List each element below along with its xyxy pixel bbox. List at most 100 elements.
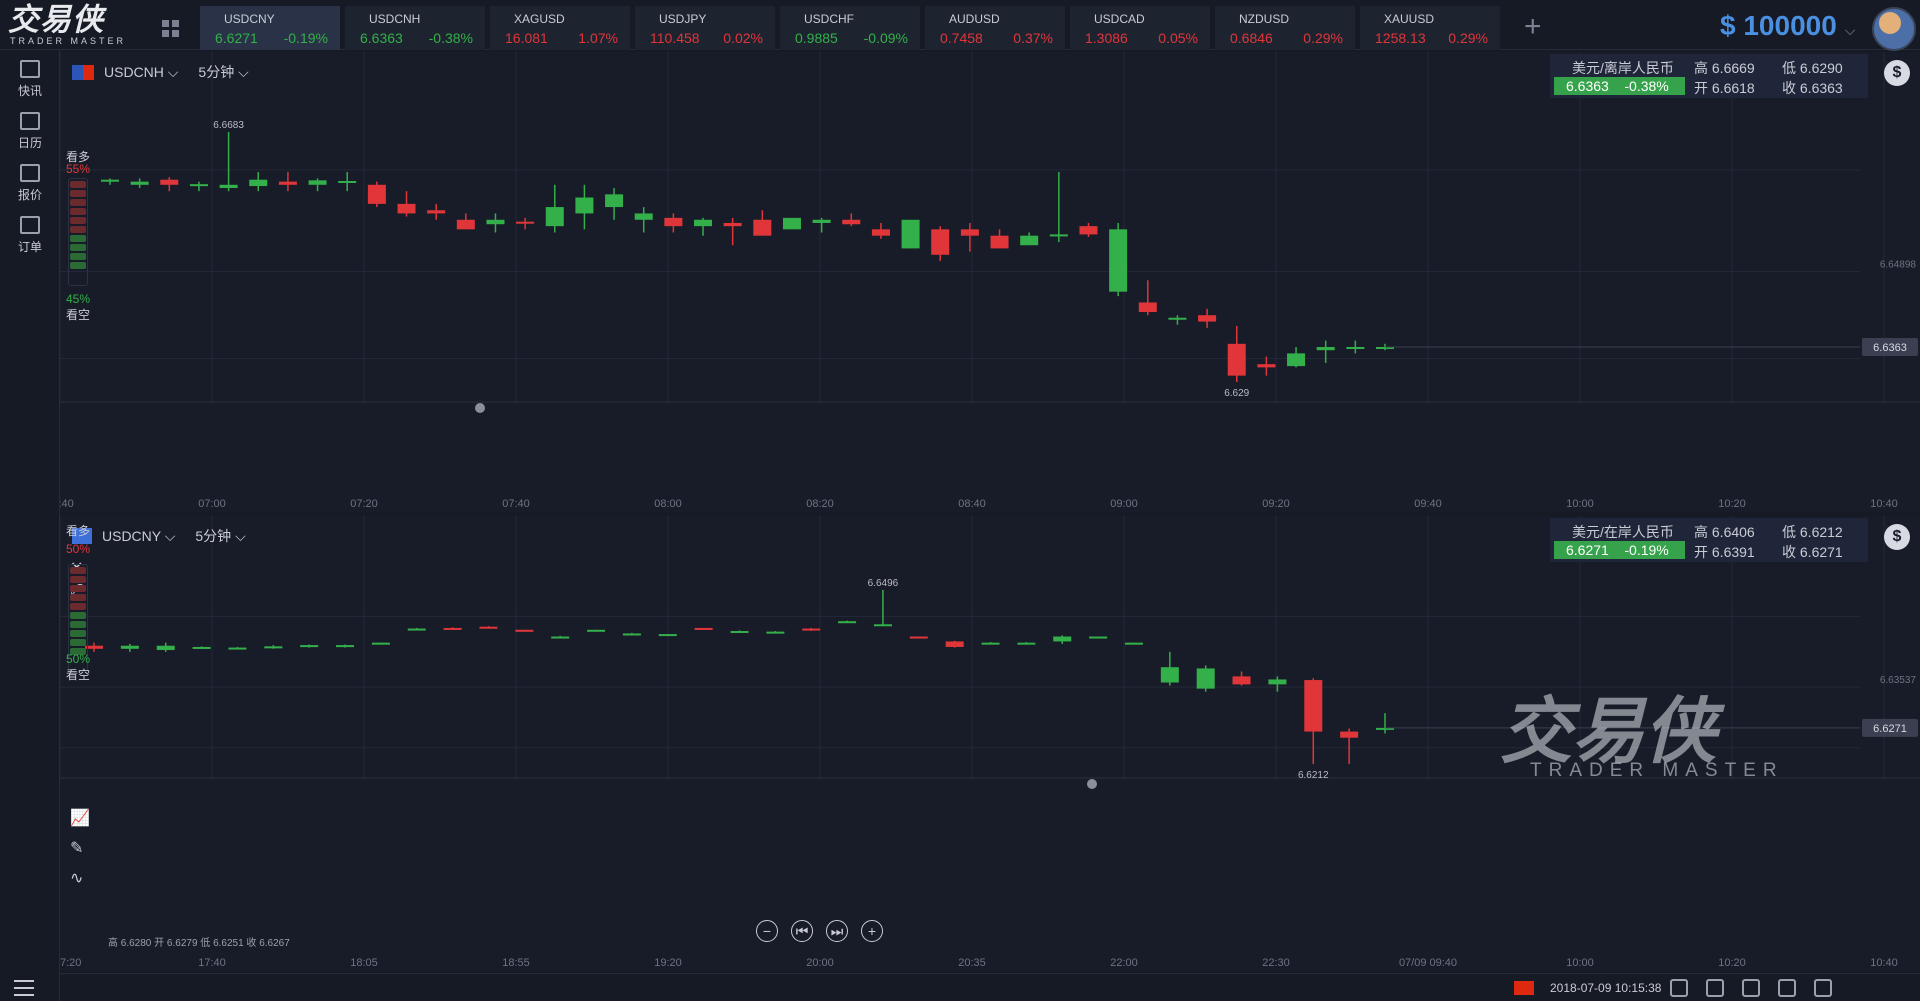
candle-body — [1198, 315, 1217, 322]
status-icons — [1670, 979, 1850, 997]
candle-body — [1196, 668, 1215, 689]
candle — [1268, 676, 1287, 692]
window-icon[interactable] — [1670, 979, 1688, 997]
candle — [842, 213, 861, 227]
candle — [101, 178, 119, 185]
candle-body — [587, 629, 606, 632]
sidebar-item-chart-line[interactable]: 报价 — [0, 154, 60, 206]
candle — [658, 634, 677, 637]
ticker-xagusd[interactable]: XAGUSD 16.081 1.07% — [490, 6, 630, 50]
brand-logo[interactable]: 交易侠 TRADER MASTER — [8, 4, 138, 48]
quote-price-value: 6.6363 — [1566, 78, 1609, 94]
candle — [1079, 222, 1098, 237]
fullscreen-icon[interactable] — [1814, 979, 1832, 997]
ticker-price: 110.458 — [650, 30, 700, 46]
sidebar-item-calendar[interactable]: 日历 — [0, 102, 60, 154]
candle-body — [782, 217, 801, 230]
flag-icon — [72, 64, 94, 80]
candle-body — [1138, 302, 1157, 313]
candle — [516, 217, 535, 230]
candle — [587, 629, 606, 632]
ticker-symbol: USDJPY — [659, 12, 707, 26]
candle — [1160, 651, 1179, 686]
ticker-change: -0.38% — [428, 30, 473, 46]
bear-label: 看空 — [66, 668, 91, 682]
quote-close: 收 6.6271 — [1782, 544, 1843, 560]
ticker-symbol: XAGUSD — [514, 12, 565, 26]
dollar-icon[interactable]: $ — [1884, 524, 1910, 550]
sidebar-item-news[interactable]: 快讯 — [0, 50, 60, 102]
candle — [960, 222, 979, 252]
news-icon — [20, 60, 40, 78]
add-symbol-button[interactable]: + — [1524, 12, 1542, 42]
candle — [802, 627, 821, 632]
candle — [264, 645, 283, 649]
candle-body — [1346, 347, 1365, 350]
candle-body — [1232, 676, 1251, 685]
quote-name: 美元/在岸人民币 — [1572, 524, 1674, 540]
candle-body — [407, 628, 426, 631]
camera-icon[interactable] — [1706, 979, 1724, 997]
settings-icon[interactable] — [1778, 979, 1796, 997]
time-tick-label: 06 17:20 — [60, 957, 81, 969]
candle — [622, 632, 641, 636]
ticker-change: -0.19% — [283, 30, 328, 46]
candle-body — [945, 641, 964, 647]
ticker-xauusd[interactable]: XAUUSD 1258.13 0.29% — [1360, 6, 1500, 50]
candle-body — [249, 179, 268, 187]
avatar[interactable] — [1872, 7, 1916, 51]
chevron-down-icon: ⌵ — [1844, 22, 1856, 38]
menu-icon[interactable] — [14, 980, 42, 1000]
quote-open: 开 6.6618 — [1694, 80, 1755, 96]
dollar-icon[interactable]: $ — [1884, 60, 1910, 86]
ticker-usdcny[interactable]: USDCNY 6.6271 -0.19% — [200, 6, 340, 50]
candle-body — [664, 217, 683, 227]
chart-pane-bottom[interactable]: 06 17:20 17:40 18:05 18:55 19:20 20:00 20:35 22… — [60, 516, 1920, 971]
indicator-icon[interactable]: 📈 — [70, 808, 90, 828]
candle — [407, 627, 426, 631]
candle-body — [694, 219, 713, 227]
zoom-in-button[interactable]: + — [861, 920, 883, 942]
candle-body — [694, 627, 713, 630]
quote-low: 低 6.6212 — [1782, 524, 1843, 540]
skip-back-button[interactable]: ⏮ — [791, 920, 813, 942]
candle-body — [338, 180, 357, 183]
time-tick-label: 10:00 — [1566, 498, 1594, 510]
candlestick-chart-top[interactable]: 06:40 07:00 07:20 07:40 08:00 08:20 08:40 09:00… — [60, 52, 1920, 512]
skip-forward-button[interactable]: ⏭ — [826, 920, 848, 942]
ticker-usdchf[interactable]: USDCHF 0.9885 -0.09% — [780, 6, 920, 50]
ticker-usdcad[interactable]: USDCAD 1.3086 0.05% — [1070, 6, 1210, 50]
chart-header-top: USDCNH 5分钟 — [72, 62, 269, 82]
candle — [120, 643, 139, 652]
grid-layout-icon[interactable] — [162, 20, 180, 38]
interval-select-top[interactable]: 5分钟 — [198, 62, 248, 82]
waveform-icon[interactable]: ∿ — [70, 868, 83, 888]
candle-body — [300, 645, 319, 648]
zoom-out-button[interactable]: − — [756, 920, 778, 942]
quote-price: 6.6363 -0.38% — [1554, 77, 1685, 95]
ticker-audusd[interactable]: AUDUSD 0.7458 0.37% — [925, 6, 1065, 50]
candle-body — [990, 235, 1009, 249]
ticker-usdcnh[interactable]: USDCNH 6.6363 -0.38% — [345, 6, 485, 50]
sidebar-item-orders[interactable]: 订单 — [0, 206, 60, 258]
ticker-usdjpy[interactable]: USDJPY 110.458 0.02% — [635, 6, 775, 50]
balance[interactable]: $ 100000 ⌵ — [1720, 10, 1855, 42]
symbol-select-top[interactable]: USDCNH — [104, 64, 178, 81]
candle — [753, 210, 772, 236]
ticker-price: 0.9885 — [795, 30, 838, 46]
sound-icon[interactable] — [1742, 979, 1760, 997]
symbol-select-bottom[interactable]: USDCNY — [102, 528, 175, 545]
chart-pane-top[interactable]: 06:40 07:00 07:20 07:40 08:00 08:20 08:40 09:00… — [60, 52, 1920, 512]
bear-percent: 50% — [66, 652, 91, 666]
low-annotation: 6.629 — [1224, 388, 1249, 399]
time-tick-label: 10:40 — [1870, 498, 1898, 510]
drawing-tool-icon[interactable]: ✎ — [70, 838, 83, 858]
candle — [1049, 172, 1068, 243]
candle-body — [753, 219, 772, 236]
candle-body — [551, 636, 570, 639]
quote-price: 6.6271 -0.19% — [1554, 541, 1685, 559]
ticker-nzdusd[interactable]: NZDUSD 0.6846 0.29% — [1215, 6, 1355, 50]
time-tick-label: 09:20 — [1262, 498, 1290, 510]
interval-select-bottom[interactable]: 5分钟 — [195, 526, 245, 546]
candle-body — [766, 631, 785, 634]
